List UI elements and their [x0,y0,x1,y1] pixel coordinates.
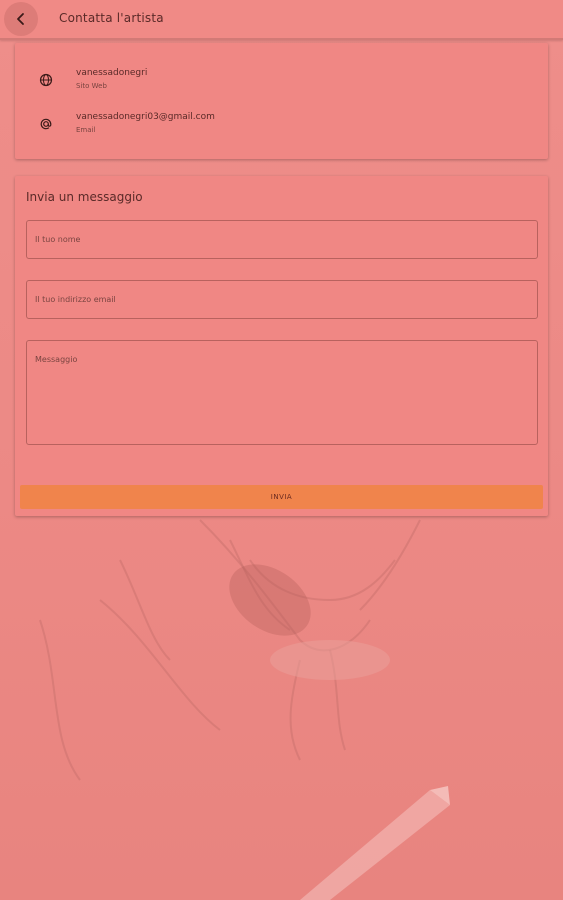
send-button[interactable]: INVIA [20,485,543,509]
website-label: Sito Web [76,82,107,90]
contact-info-card: vanessadonegri Sito Web vanessadonegri03… [15,43,548,159]
website-value: vanessadonegri [76,68,148,78]
email-label: Email [76,126,96,134]
message-textarea[interactable]: Messaggio [26,340,538,445]
email-placeholder: Il tuo indirizzo email [35,295,116,304]
message-placeholder: Messaggio [35,355,78,364]
app-bar: Contatta l'artista [0,0,563,40]
contact-row-website[interactable]: vanessadonegri Sito Web [15,67,548,107]
page-title: Contatta l'artista [59,11,164,25]
contact-row-email[interactable]: vanessadonegri03@gmail.com Email [15,111,548,151]
email-value: vanessadonegri03@gmail.com [76,112,215,122]
message-form-card: Invia un messaggio Il tuo nome Il tuo in… [15,176,548,516]
form-title: Invia un messaggio [26,190,143,204]
name-placeholder: Il tuo nome [35,235,81,244]
email-input[interactable]: Il tuo indirizzo email [26,280,538,319]
globe-icon [39,73,53,87]
at-icon [40,118,52,130]
chevron-left-icon [17,13,24,25]
back-button[interactable] [4,2,38,36]
name-input[interactable]: Il tuo nome [26,220,538,259]
